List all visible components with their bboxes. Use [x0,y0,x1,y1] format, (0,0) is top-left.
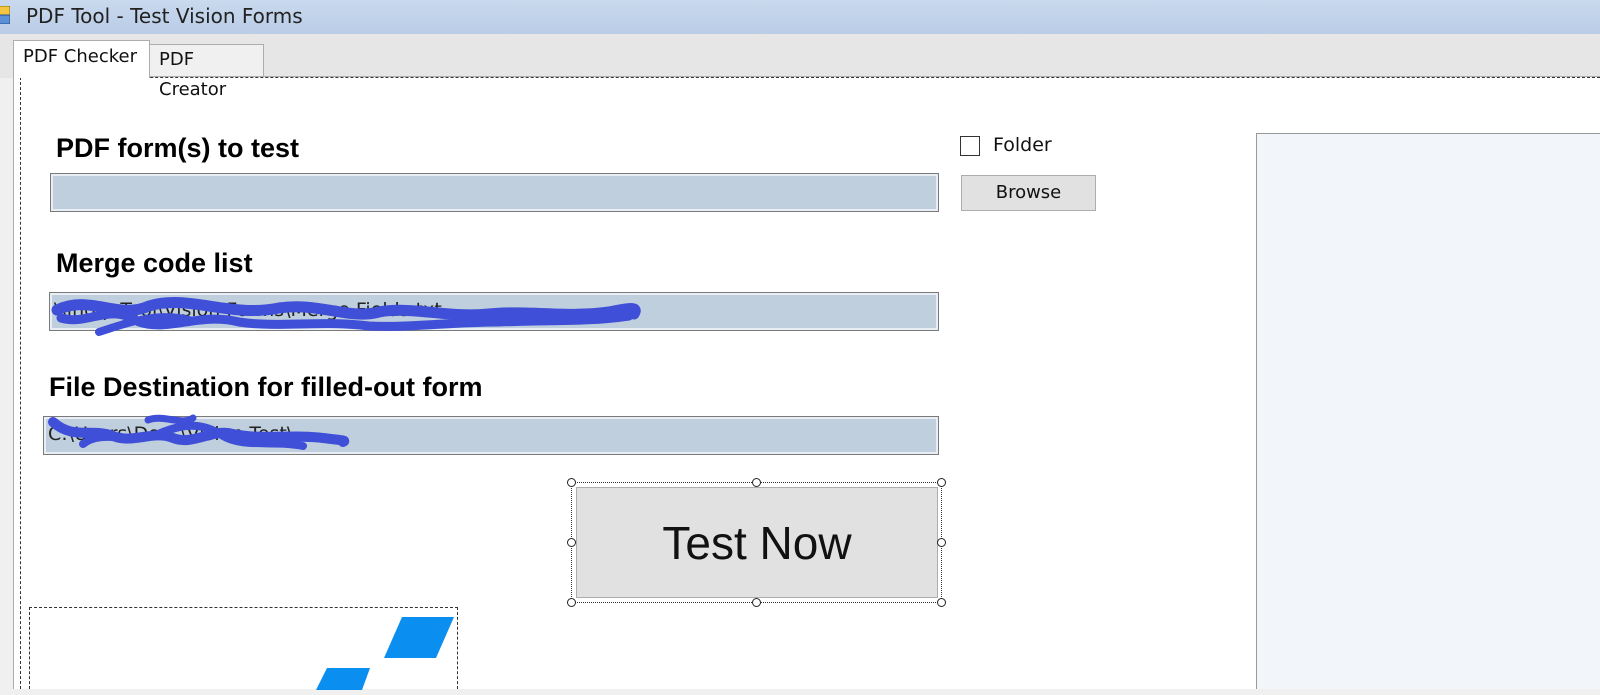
resize-handle-top-left[interactable] [567,478,576,487]
merge-code-label: Merge code list [56,248,253,278]
tab-pdf-checker[interactable]: PDF Checker [13,40,150,78]
pdf-forms-input[interactable] [50,173,939,212]
logo-picturebox [29,607,458,690]
window-title: PDF Tool - Test Vision Forms [26,4,303,28]
tab-pdf-creator[interactable]: PDF Creator [149,44,264,100]
app-icon [0,6,10,24]
resize-handle-top[interactable] [752,478,761,487]
pdf-forms-label: PDF form(s) to test [56,133,299,163]
folder-checkbox-label[interactable]: Folder [993,134,1052,156]
title-bar: PDF Tool - Test Vision Forms [0,0,1600,34]
resize-handle-left[interactable] [567,538,576,547]
test-now-button[interactable]: Test Now [576,487,938,598]
file-destination-label: File Destination for filled-out form [49,372,483,402]
browse-button[interactable]: Browse [961,175,1096,211]
file-destination-input[interactable]: C:\Users\Docs\Vision Test\ [43,416,939,455]
resize-handle-bottom[interactable] [752,598,761,607]
resize-handle-top-right[interactable] [937,478,946,487]
folder-checkbox[interactable] [960,136,980,156]
resize-handle-right[interactable] [937,538,946,547]
resize-handle-bottom-right[interactable] [937,598,946,607]
logo-icon [316,617,454,690]
preview-panel [1256,133,1600,689]
merge-code-input[interactable]: \\ind p Tool\Vision Forms\Merge Fields.t… [49,292,939,331]
resize-handle-bottom-left[interactable] [567,598,576,607]
